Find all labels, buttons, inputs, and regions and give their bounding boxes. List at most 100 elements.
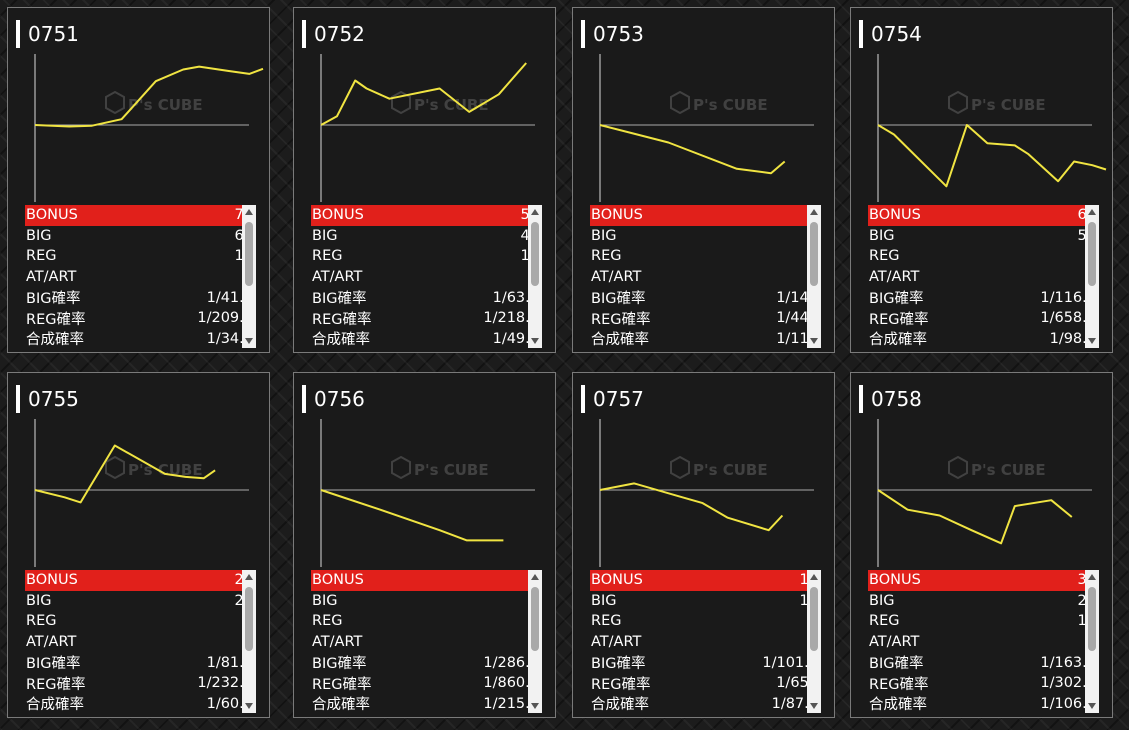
stats-scrollbar[interactable] (807, 205, 821, 348)
watermark-text: P's CUBE (971, 96, 1046, 114)
stats-label: BIG (591, 592, 617, 609)
scroll-down-arrow-icon[interactable] (531, 338, 539, 344)
stats-label: REG確率 (869, 676, 929, 693)
scroll-thumb[interactable] (1088, 222, 1096, 286)
stats-label: 合成確率 (26, 332, 84, 349)
series-line (877, 124, 1107, 188)
watermark-logo: P's CUBE (391, 455, 489, 480)
scroll-thumb[interactable] (810, 222, 818, 286)
stats-row-bonus: BONUS8 (311, 570, 541, 591)
scroll-up-arrow-icon[interactable] (531, 209, 539, 215)
cube-icon (948, 90, 968, 115)
stats-label: BIG (26, 592, 52, 609)
scroll-thumb[interactable] (810, 587, 818, 651)
stats-label: BIG確率 (869, 291, 924, 308)
scroll-thumb[interactable] (531, 587, 539, 651)
scroll-up-arrow-icon[interactable] (810, 209, 818, 215)
machine-card-0756: 0756 P's CUBE BONUS8 BIG6 REG2 AT/ART0 B… (293, 372, 556, 718)
stats-row-combined-rate: 合成確率 1/111 (590, 329, 820, 350)
stats-scrollbar[interactable] (807, 570, 821, 713)
stats-table: BONUS73 BIG61 REG12 AT/ART0 BIG確率1/41.2 … (25, 205, 255, 349)
stats-row-reg: REG2 (311, 611, 541, 632)
stats-label: BONUS (591, 207, 643, 224)
stats-scrollbar[interactable] (1085, 205, 1099, 348)
stats-row-reg: REG2 (590, 611, 820, 632)
scroll-up-arrow-icon[interactable] (245, 574, 253, 580)
stats-table: BONUS58 BIG45 REG13 AT/ART0 BIG確率1/63.2 … (311, 205, 541, 349)
stats-table: BONUS60 BIG51 REG9 AT/ART0 BIG確率1/116.3 … (868, 205, 1098, 349)
scroll-down-arrow-icon[interactable] (1088, 703, 1096, 709)
stats-row-combined-rate: 合成確率 1/60.3 (25, 694, 255, 715)
stats-label: REG確率 (312, 311, 372, 328)
stats-row-combined-rate: 合成確率 1/215.2 (311, 694, 541, 715)
scroll-thumb[interactable] (245, 587, 253, 651)
slump-graph: P's CUBE (34, 54, 264, 202)
watermark-text: P's CUBE (693, 461, 768, 479)
stats-label: BIG確率 (312, 291, 367, 308)
stats-scrollbar[interactable] (1085, 570, 1099, 713)
machine-card-0757: 0757 P's CUBE BONUS15 BIG13 REG2 AT/ART0… (572, 372, 835, 718)
stats-label: BONUS (312, 207, 364, 224)
stats-label: REG (869, 248, 900, 265)
scroll-down-arrow-icon[interactable] (810, 338, 818, 344)
stats-row-bonus: BONUS27 (25, 570, 255, 591)
stats-label: REG確率 (869, 311, 929, 328)
scroll-down-arrow-icon[interactable] (245, 338, 253, 344)
stats-table: BONUS15 BIG13 REG2 AT/ART0 BIG確率1/101.3 … (590, 570, 820, 714)
stats-row-big: BIG20 (25, 591, 255, 612)
stats-label: 合成確率 (312, 697, 370, 714)
stats-row-big: BIG24 (868, 591, 1098, 612)
machine-number: 0753 (581, 20, 644, 48)
stats-table: BONUS37 BIG24 REG13 AT/ART0 BIG確率1/163.8… (868, 570, 1098, 714)
scroll-up-arrow-icon[interactable] (531, 574, 539, 580)
scroll-up-arrow-icon[interactable] (245, 209, 253, 215)
scroll-thumb[interactable] (1088, 587, 1096, 651)
stats-label: REG (26, 613, 57, 630)
stats-scrollbar[interactable] (242, 205, 256, 348)
stats-label: BIG確率 (26, 656, 81, 673)
stats-label: 合成確率 (312, 332, 370, 349)
stats-label: AT/ART (312, 269, 363, 286)
scroll-thumb[interactable] (531, 222, 539, 286)
stats-label: BIG確率 (591, 656, 646, 673)
stats-label: REG確率 (312, 676, 372, 693)
stats-row-combined-rate: 合成確率 1/49.1 (311, 329, 541, 350)
machine-card-0751: 0751 P's CUBE BONUS73 BIG61 REG12 AT/ART… (7, 7, 270, 353)
machine-number: 0752 (302, 20, 365, 48)
watermark-text: P's CUBE (693, 96, 768, 114)
series-line (320, 62, 527, 126)
scroll-up-arrow-icon[interactable] (810, 574, 818, 580)
watermark-logo: P's CUBE (105, 90, 203, 115)
scroll-thumb[interactable] (245, 222, 253, 286)
stats-row-reg: REG13 (868, 611, 1098, 632)
stats-label: REG (26, 248, 57, 265)
scroll-down-arrow-icon[interactable] (245, 703, 253, 709)
stats-row-big-rate: BIG確率 1/81.4 (25, 652, 255, 673)
machine-number: 0757 (581, 385, 644, 413)
stats-row-big-rate: BIG確率 1/101.3 (590, 652, 820, 673)
stats-row-big: BIG61 (25, 226, 255, 247)
stats-label: BONUS (869, 207, 921, 224)
scroll-up-arrow-icon[interactable] (1088, 209, 1096, 215)
stats-label: BIG確率 (26, 291, 81, 308)
stats-scrollbar[interactable] (528, 570, 542, 713)
stats-row-at: AT/ART0 (25, 267, 255, 288)
stats-row-reg-rate: REG確率 1/444 (590, 308, 820, 329)
stats-row-bonus: BONUS73 (25, 205, 255, 226)
stats-row-at: AT/ART0 (311, 267, 541, 288)
stats-label: REG確率 (591, 311, 651, 328)
stats-row-big: BIG45 (311, 226, 541, 247)
scroll-down-arrow-icon[interactable] (1088, 338, 1096, 344)
stats-row-combined-rate: 合成確率 1/98.8 (868, 329, 1098, 350)
scroll-up-arrow-icon[interactable] (1088, 574, 1096, 580)
stats-scrollbar[interactable] (242, 570, 256, 713)
stats-label: 合成確率 (869, 332, 927, 349)
stats-row-combined-rate: 合成確率 1/34.5 (25, 329, 255, 350)
stats-label: BONUS (26, 207, 78, 224)
stats-row-reg: REG9 (868, 246, 1098, 267)
stats-label: BONUS (312, 572, 364, 589)
scroll-down-arrow-icon[interactable] (531, 703, 539, 709)
slump-graph: P's CUBE (34, 419, 249, 567)
scroll-down-arrow-icon[interactable] (810, 703, 818, 709)
stats-scrollbar[interactable] (528, 205, 542, 348)
